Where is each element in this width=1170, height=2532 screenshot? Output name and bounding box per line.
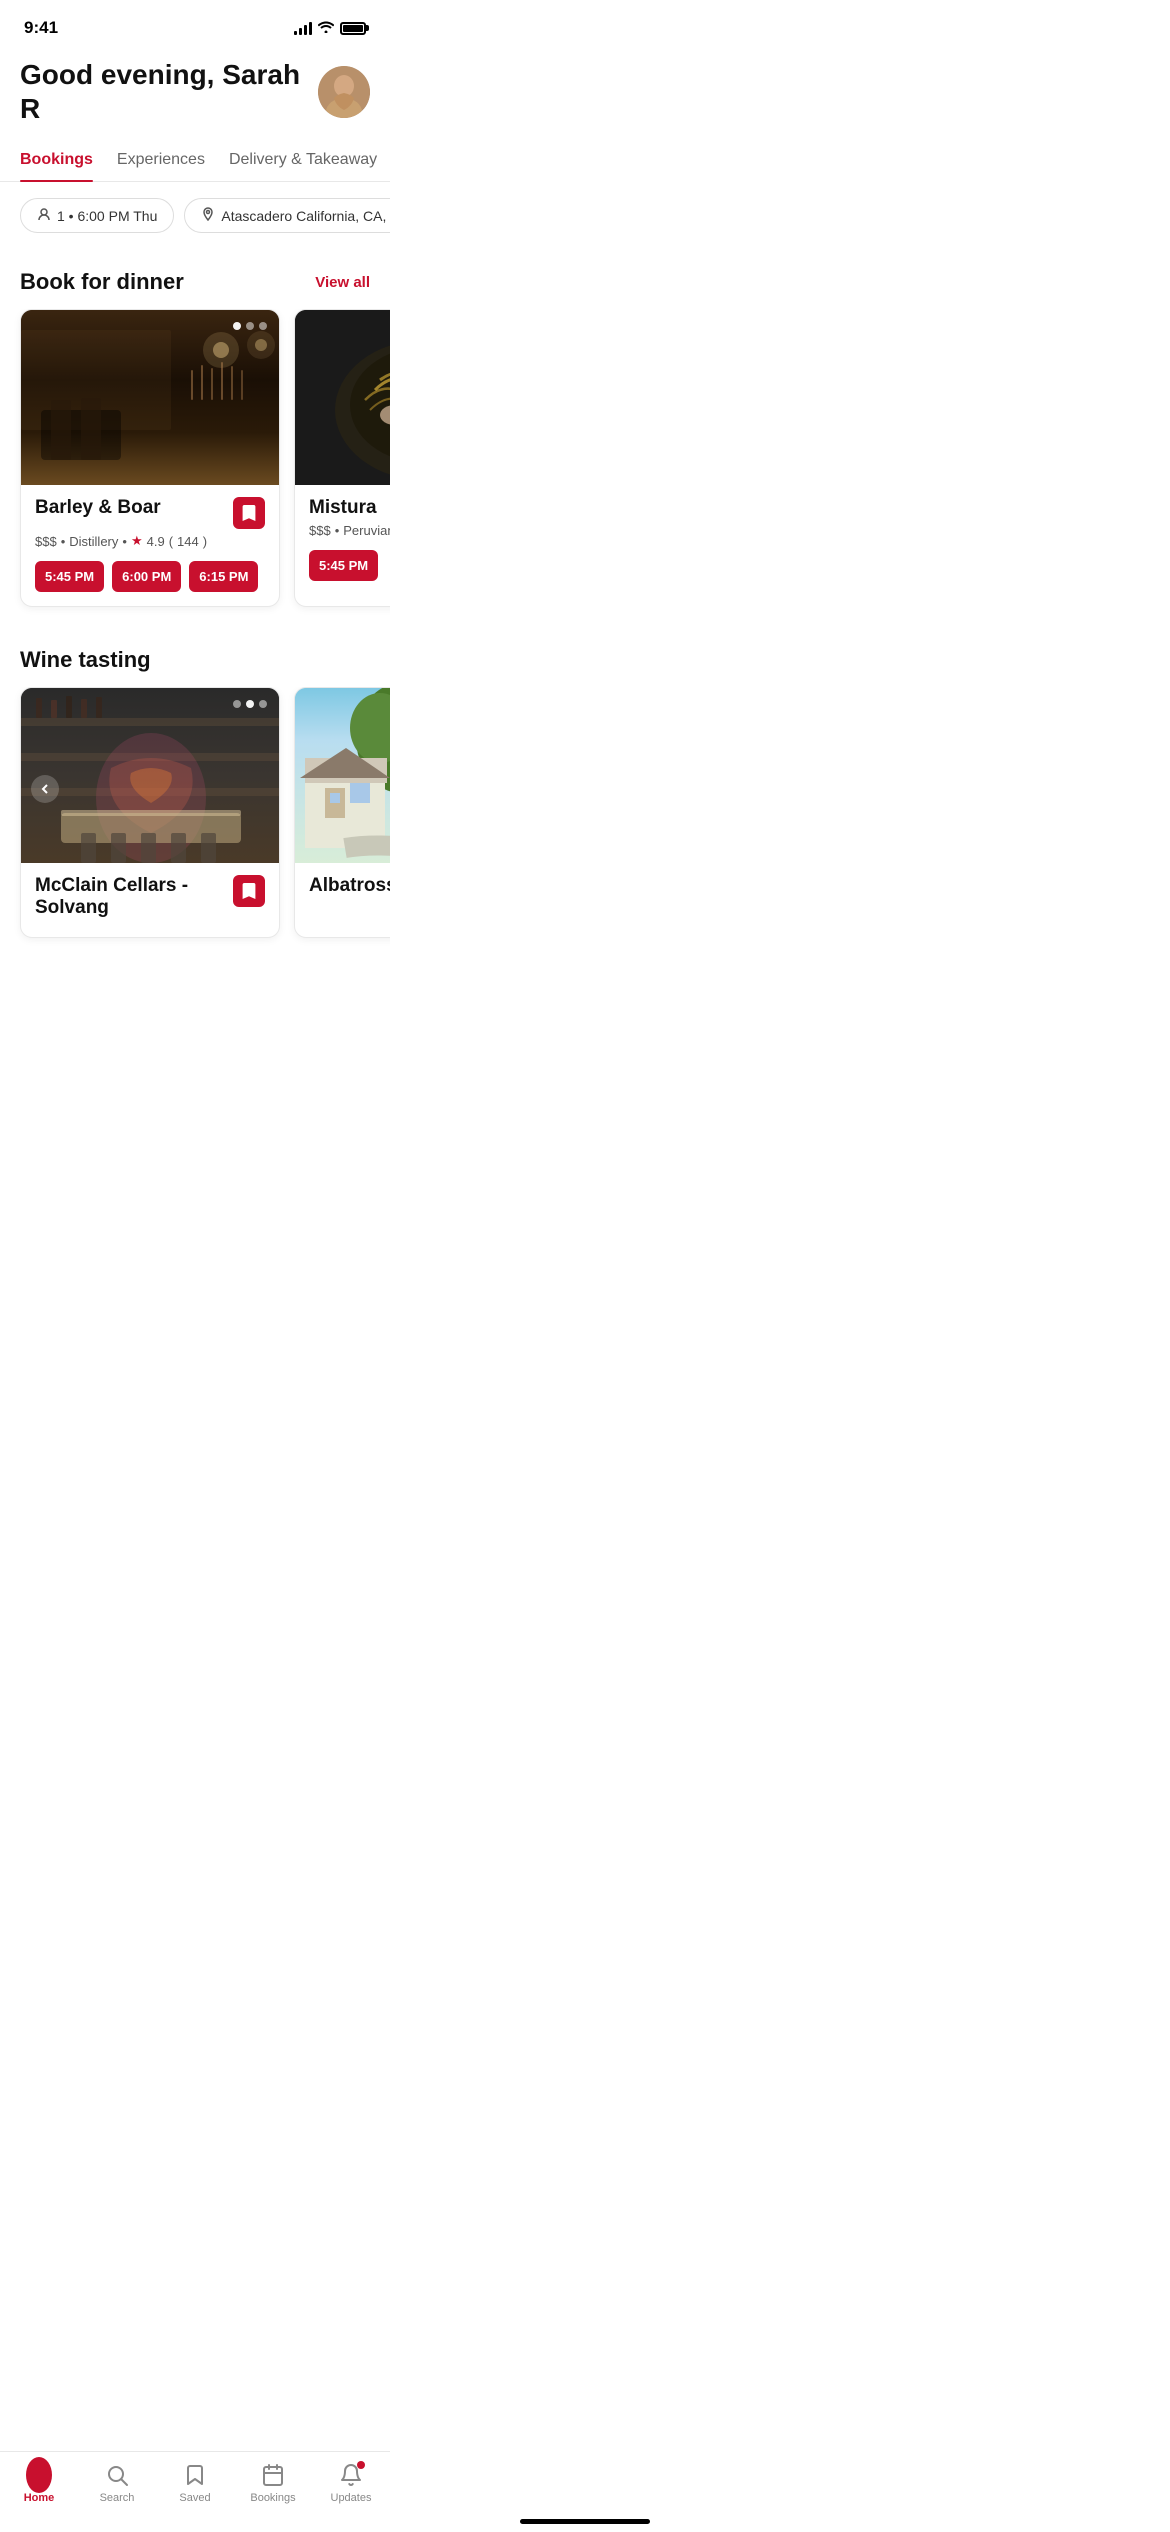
time-slot-600[interactable]: 6:00 PM <box>112 561 181 592</box>
updates-nav-icon <box>338 2462 364 2488</box>
prev-arrow[interactable] <box>31 775 59 803</box>
status-time: 9:41 <box>24 18 58 38</box>
time-slot-mistura-545[interactable]: 5:45 PM <box>309 550 378 581</box>
search-nav-icon <box>104 2462 130 2488</box>
wine-cards-scroll: McClain Cellars - Solvang <box>0 687 390 958</box>
guests-filter[interactable]: 1 • 6:00 PM Thu <box>20 198 174 233</box>
card-albatross[interactable]: Albatross Rid... <box>294 687 390 938</box>
card-mistura[interactable]: Mistura $$$ • Peruvian • 5:45 PM <box>294 309 390 607</box>
status-bar: 9:41 <box>0 0 390 50</box>
card-body-mcclain: McClain Cellars - Solvang <box>21 863 279 937</box>
card-image-mistura <box>295 310 390 485</box>
restaurant-name: Barley & Boar <box>35 497 161 519</box>
card-meta: $$$ • Distillery • ★ 4.9 (144) <box>35 533 265 549</box>
time-slot-545[interactable]: 5:45 PM <box>35 561 104 592</box>
dinner-section: Book for dinner View all <box>0 249 390 627</box>
dot-2 <box>246 322 254 330</box>
avatar-image <box>318 66 370 118</box>
nav-saved[interactable]: Saved <box>156 2462 234 2504</box>
location-icon <box>201 207 215 224</box>
card-body-mistura: Mistura $$$ • Peruvian • 5:45 PM <box>295 485 390 595</box>
location-filter[interactable]: Atascadero California, CA, United St... <box>184 198 390 233</box>
dinner-section-header: Book for dinner View all <box>0 257 390 309</box>
dot-mc-3 <box>259 700 267 708</box>
dinner-section-title: Book for dinner <box>20 269 184 295</box>
card-title-row: Barley & Boar <box>35 497 265 529</box>
dinner-cards-scroll: Barley & Boar $$$ • Distillery • ★ 4.9 (… <box>0 309 390 627</box>
bookmark-button[interactable] <box>233 497 265 529</box>
tab-experiences[interactable]: Experiences <box>117 141 205 181</box>
card-title-row-albatross: Albatross Rid... <box>309 875 390 897</box>
tab-bookings[interactable]: Bookings <box>20 141 93 181</box>
wine-section: Wine tasting <box>0 627 390 958</box>
signal-icon <box>294 21 312 35</box>
nav-bookings[interactable]: Bookings <box>234 2462 312 2504</box>
nav-saved-label: Saved <box>179 2492 210 2504</box>
saved-nav-icon <box>182 2462 208 2488</box>
dot-3 <box>259 322 267 330</box>
dinner-view-all[interactable]: View all <box>315 274 370 291</box>
card-image-mcclain <box>21 688 279 863</box>
notification-dot <box>357 2461 365 2469</box>
header: Good evening, Sarah R <box>0 50 390 141</box>
time-slots-mistura: 5:45 PM <box>309 550 390 581</box>
dot-1 <box>233 322 241 330</box>
dot-mc-1 <box>233 700 241 708</box>
card-image-barley <box>21 310 279 485</box>
time-slots: 5:45 PM 6:00 PM 6:15 PM <box>35 561 265 592</box>
tab-delivery[interactable]: Delivery & Takeaway <box>229 141 377 181</box>
card-image-albatross <box>295 688 390 863</box>
card-title-row-mcclain: McClain Cellars - Solvang <box>35 875 265 919</box>
greeting-text: Good evening, Sarah R <box>20 58 318 125</box>
card-title-row-mistura: Mistura <box>309 497 390 519</box>
filter-pills: 1 • 6:00 PM Thu Atascadero California, C… <box>0 182 390 249</box>
home-indicator <box>520 2519 650 2524</box>
nav-updates-label: Updates <box>331 2492 372 2504</box>
nav-home[interactable]: Home <box>0 2462 78 2504</box>
bottom-navigation: Home Search Saved Bookings <box>0 2451 390 2532</box>
nav-bookings-label: Bookings <box>250 2492 295 2504</box>
restaurant-name-mcclain: McClain Cellars - Solvang <box>35 875 233 919</box>
restaurant-name-albatross: Albatross Rid... <box>309 875 390 897</box>
card-barley-boar[interactable]: Barley & Boar $$$ • Distillery • ★ 4.9 (… <box>20 309 280 607</box>
card-dots-mcclain <box>233 700 267 708</box>
tab-bar: Bookings Experiences Delivery & Takeaway <box>0 141 390 182</box>
nav-home-label: Home <box>24 2492 55 2504</box>
wifi-icon <box>318 20 334 36</box>
card-mcclain[interactable]: McClain Cellars - Solvang <box>20 687 280 938</box>
status-icons <box>294 20 366 36</box>
card-body-albatross: Albatross Rid... <box>295 863 390 915</box>
avatar[interactable] <box>318 66 370 118</box>
wine-section-title: Wine tasting <box>20 647 151 673</box>
dot-mc-2 <box>246 700 254 708</box>
guests-filter-label: 1 • 6:00 PM Thu <box>57 208 157 224</box>
home-nav-icon <box>26 2462 52 2488</box>
guests-icon <box>37 207 51 224</box>
time-slot-615[interactable]: 6:15 PM <box>189 561 258 592</box>
bookings-nav-icon <box>260 2462 286 2488</box>
card-meta-mistura: $$$ • Peruvian • <box>309 523 390 538</box>
bookmark-button-mcclain[interactable] <box>233 875 265 907</box>
card-dots <box>233 322 267 330</box>
nav-search[interactable]: Search <box>78 2462 156 2504</box>
battery-icon <box>340 22 366 35</box>
nav-updates[interactable]: Updates <box>312 2462 390 2504</box>
restaurant-name-mistura: Mistura <box>309 497 377 519</box>
nav-search-label: Search <box>100 2492 135 2504</box>
wine-section-header: Wine tasting <box>0 635 390 687</box>
card-body-barley: Barley & Boar $$$ • Distillery • ★ 4.9 (… <box>21 485 279 606</box>
location-filter-label: Atascadero California, CA, United St... <box>221 208 390 224</box>
